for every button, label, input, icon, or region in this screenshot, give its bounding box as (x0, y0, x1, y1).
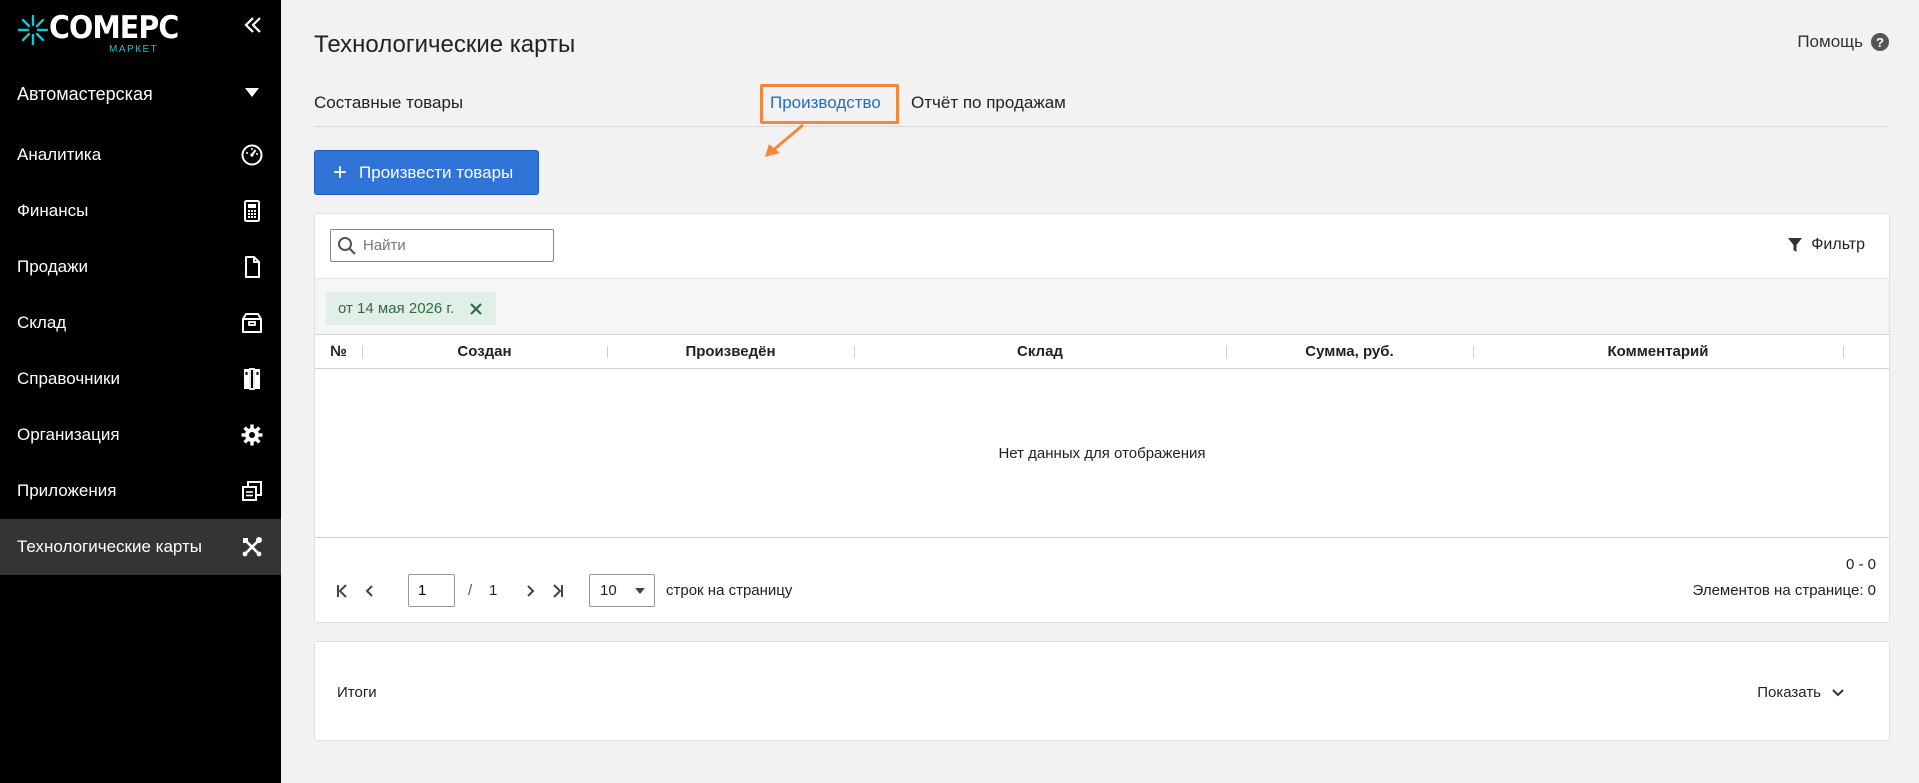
show-totals-label: Показать (1757, 684, 1821, 701)
rows-per-page-value: 10 (600, 582, 617, 599)
sidebar-item-tech-cards[interactable]: Технологические карты (0, 519, 281, 575)
search-box (330, 229, 554, 262)
totals-card: Итоги Показать (314, 641, 1890, 741)
main-content: Технологические карты Помощь ? Составные… (281, 0, 1919, 783)
sidebar-item-label: Продажи (17, 257, 88, 276)
search-input[interactable] (363, 237, 543, 254)
caret-down-icon (245, 88, 259, 97)
column-header-warehouse[interactable]: Склад (854, 335, 1226, 368)
logo[interactable]: COMEPC МАРКЕТ (17, 8, 217, 56)
produce-goods-button[interactable]: + Произвести товары (314, 150, 539, 195)
filter-label: Фильтр (1811, 236, 1865, 253)
calculator-icon (240, 199, 264, 223)
plus-icon: + (333, 158, 348, 186)
filter-chip-date: от 14 мая 2026 г. (326, 292, 497, 325)
sidebar-item-apps[interactable]: Приложения (0, 463, 281, 519)
page-number-input[interactable] (408, 574, 455, 607)
totals-label: Итоги (337, 684, 377, 701)
tabs: Составные товары Производство Отчёт по п… (314, 85, 1888, 127)
collapse-sidebar-button[interactable] (240, 14, 266, 40)
rows-per-page-select[interactable]: 10 (589, 574, 655, 607)
sidebar-item-sales[interactable]: Продажи (0, 239, 281, 295)
rows-per-page-label: строк на страницу (666, 582, 793, 599)
sidebar-item-references[interactable]: Справочники (0, 351, 281, 407)
question-icon: ? (1871, 33, 1889, 51)
column-header-created[interactable]: Создан (362, 335, 607, 368)
sidebar-item-label: Приложения (17, 481, 117, 500)
sidebar-item-label: Аналитика (17, 145, 102, 164)
sidebar-item-warehouse[interactable]: Склад (0, 295, 281, 351)
tab-highlight-annotation (760, 84, 899, 124)
organization-name: Автомастерская (17, 83, 153, 104)
sidebar-item-analytics[interactable]: Аналитика (0, 127, 281, 183)
help-label: Помощь (1797, 32, 1863, 51)
empty-state: Нет данных для отображения (315, 369, 1889, 538)
sidebar-item-organization[interactable]: Организация (0, 407, 281, 463)
column-resize-handle[interactable] (1843, 346, 1844, 358)
column-header-produced[interactable]: Произведён (607, 335, 854, 368)
chevron-left-icon (365, 585, 373, 597)
next-page-button[interactable] (521, 581, 541, 601)
last-page-button[interactable] (547, 581, 567, 601)
close-icon[interactable] (468, 301, 484, 317)
double-chevron-left-icon (244, 17, 261, 33)
sidebar-nav: Аналитика Финансы Продажи Склад Справочн… (0, 127, 281, 575)
filter-button[interactable]: Фильтр (1787, 236, 1865, 254)
help-button[interactable]: Помощь ? (1797, 32, 1889, 52)
tab-sales-report[interactable]: Отчёт по продажам (911, 93, 1066, 113)
chevron-right-icon (527, 585, 535, 597)
sidebar-item-label: Справочники (17, 369, 120, 388)
logo-subtitle: МАРКЕТ (109, 44, 159, 55)
tools-icon (240, 535, 264, 559)
items-on-page: Элементов на странице: 0 (1692, 582, 1876, 599)
annotation-arrow-icon (765, 123, 804, 157)
tab-composite-goods[interactable]: Составные товары (314, 93, 463, 113)
production-list-card: Фильтр от 14 мая 2026 г. № Создан Произв… (314, 213, 1890, 623)
sidebar-item-label: Склад (17, 313, 67, 332)
speedometer-icon (240, 143, 264, 167)
sidebar-item-label: Технологические карты (17, 537, 203, 556)
filter-chip-label: от 14 мая 2026 г. (338, 300, 455, 317)
previous-page-button[interactable] (359, 581, 379, 601)
total-pages: 1 (489, 582, 498, 599)
sidebar-item-finance[interactable]: Финансы (0, 183, 281, 239)
table-header: № Создан Произведён Склад Сумма, руб. Ко… (315, 334, 1889, 369)
organization-selector[interactable]: Автомастерская (0, 72, 281, 116)
gear-icon (240, 423, 264, 447)
page-separator: / (468, 582, 473, 599)
sidebar-item-label: Финансы (17, 201, 89, 220)
books-icon (240, 367, 264, 391)
chevron-down-icon (1832, 688, 1844, 696)
document-icon (240, 255, 264, 279)
search-icon (338, 237, 356, 255)
page-title: Технологические карты (314, 31, 576, 58)
column-header-number[interactable]: № (315, 335, 362, 368)
active-filters: от 14 мая 2026 г. (315, 278, 1889, 334)
column-header-amount[interactable]: Сумма, руб. (1226, 335, 1473, 368)
last-page-icon (553, 584, 563, 598)
column-header-comment[interactable]: Комментарий (1473, 335, 1843, 368)
show-totals-button[interactable]: Показать (1757, 684, 1845, 701)
sidebar: COMEPC МАРКЕТ Автомастерская Аналитика Ф… (0, 0, 281, 783)
dropdown-arrow-icon (635, 588, 645, 594)
windows-icon (240, 479, 264, 503)
logo-star-icon (17, 14, 49, 46)
produce-goods-label: Произвести товары (359, 162, 514, 182)
first-page-button[interactable] (333, 581, 353, 601)
sidebar-item-label: Организация (17, 425, 120, 444)
logo-wordmark: COMEPC (49, 10, 179, 46)
box-icon (240, 311, 264, 335)
pagination: / 1 10 строк на страницу 0 - 0 Элементов… (315, 538, 1889, 622)
first-page-icon (337, 584, 347, 598)
items-range: 0 - 0 (1845, 556, 1876, 573)
funnel-icon (1788, 238, 1803, 252)
